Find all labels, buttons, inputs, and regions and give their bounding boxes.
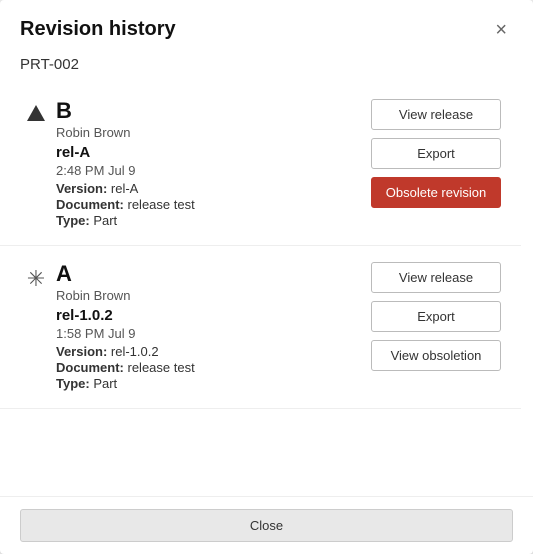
close-icon[interactable]: × xyxy=(489,18,513,42)
revision-rel: rel-1.0.2 xyxy=(56,307,355,324)
revision-version: Version: rel-A xyxy=(56,181,355,196)
revision-version: Version: rel-1.0.2 xyxy=(56,344,355,359)
revision-content: B Robin Brown rel-A 2:48 PM Jul 9 Versio… xyxy=(56,99,355,229)
revision-list: B Robin Brown rel-A 2:48 PM Jul 9 Versio… xyxy=(0,83,533,496)
revision-document: Document: release test xyxy=(56,197,355,212)
revision-date: 1:58 PM Jul 9 xyxy=(56,326,355,341)
revision-item: B Robin Brown rel-A 2:48 PM Jul 9 Versio… xyxy=(0,83,521,246)
revision-document: Document: release test xyxy=(56,360,355,375)
revision-icon: ✳ xyxy=(16,262,56,292)
revision-actions: View release Export Obsolete revision xyxy=(371,99,501,208)
modal-title: Revision history xyxy=(20,18,176,41)
revision-history-modal: Revision history × PRT-002 B Robin Brown… xyxy=(0,0,533,554)
modal-footer: Close xyxy=(0,496,533,554)
obsolete-b[interactable]: Obsolete revision xyxy=(371,177,501,208)
view-obsoletion-a[interactable]: View obsoletion xyxy=(371,340,501,371)
revision-item: ✳ A Robin Brown rel-1.0.2 1:58 PM Jul 9 … xyxy=(0,246,521,409)
revision-author: Robin Brown xyxy=(56,288,355,303)
export-a[interactable]: Export xyxy=(371,301,501,332)
revision-content: A Robin Brown rel-1.0.2 1:58 PM Jul 9 Ve… xyxy=(56,262,355,392)
export-b[interactable]: Export xyxy=(371,138,501,169)
revision-icon xyxy=(16,99,56,121)
modal-header: Revision history × xyxy=(0,0,533,52)
revision-date: 2:48 PM Jul 9 xyxy=(56,163,355,178)
revision-letter: B xyxy=(56,99,355,123)
revision-type: Type: Part xyxy=(56,213,355,228)
subtitle: PRT-002 xyxy=(0,52,533,83)
revision-letter: A xyxy=(56,262,355,286)
revision-author: Robin Brown xyxy=(56,125,355,140)
revision-actions: View release Export View obsoletion xyxy=(371,262,501,371)
asterisk-icon: ✳ xyxy=(27,266,45,292)
triangle-icon xyxy=(27,105,45,121)
revision-rel: rel-A xyxy=(56,144,355,161)
view-release-b[interactable]: View release xyxy=(371,99,501,130)
view-release-a[interactable]: View release xyxy=(371,262,501,293)
revision-type: Type: Part xyxy=(56,376,355,391)
close-button[interactable]: Close xyxy=(20,509,513,542)
